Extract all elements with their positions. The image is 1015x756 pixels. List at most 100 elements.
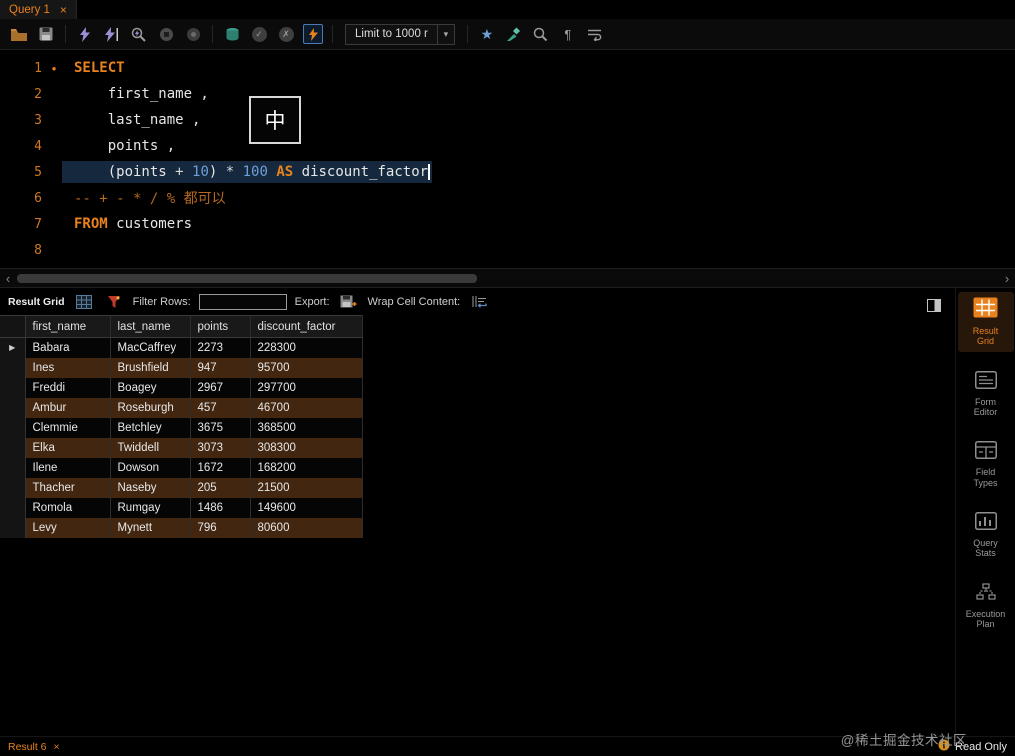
- table-cell[interactable]: Betchley: [110, 417, 191, 438]
- row-selector-cell[interactable]: [0, 417, 26, 438]
- show-invisibles-icon[interactable]: ¶: [557, 23, 579, 45]
- panel-result-grid[interactable]: Result Grid: [957, 292, 1014, 352]
- table-cell[interactable]: 796: [190, 517, 251, 538]
- editor-line[interactable]: 7 FROM customers: [0, 211, 1015, 237]
- code-text[interactable]: (points + 10) * 100 AS discount_factor: [62, 161, 432, 183]
- table-cell[interactable]: Ambur: [25, 397, 111, 418]
- limit-rows-dropdown[interactable]: Limit to 1000 r ▾: [345, 23, 455, 45]
- side-panel-toggle-icon[interactable]: [923, 294, 945, 316]
- table-cell[interactable]: 95700: [250, 357, 363, 378]
- table-cell[interactable]: 149600: [250, 497, 363, 518]
- scroll-left-icon[interactable]: ‹: [0, 269, 16, 287]
- table-row[interactable]: Levy Mynett 796 80600: [0, 517, 363, 538]
- tab-query-1[interactable]: Query 1 ×: [0, 0, 77, 19]
- row-selector-cell[interactable]: [0, 437, 26, 458]
- table-cell[interactable]: 2967: [190, 377, 251, 398]
- row-selector-cell[interactable]: [0, 457, 26, 478]
- editor-line[interactable]: 6 -- + - * / % 都可以: [0, 185, 1015, 211]
- wrap-text-icon[interactable]: [584, 23, 606, 45]
- table-cell[interactable]: 168200: [250, 457, 363, 478]
- scrollbar-thumb[interactable]: [17, 274, 477, 283]
- row-selector-cell[interactable]: [0, 357, 26, 378]
- open-script-icon[interactable]: [8, 23, 30, 45]
- table-cell[interactable]: 3073: [190, 437, 251, 458]
- filter-rows-input[interactable]: [198, 293, 287, 310]
- table-row[interactable]: Ilene Dowson 1672 168200: [0, 457, 363, 478]
- toggle-autocommit-icon[interactable]: [302, 23, 324, 45]
- code-text[interactable]: [62, 247, 76, 253]
- explain-statement-icon[interactable]: [128, 23, 150, 45]
- table-cell[interactable]: 1486: [190, 497, 251, 518]
- result-tab-close-icon[interactable]: ×: [54, 741, 60, 753]
- table-cell[interactable]: Brushfield: [110, 357, 191, 378]
- table-cell[interactable]: 947: [190, 357, 251, 378]
- editor-horizontal-scrollbar[interactable]: ‹ ›: [0, 268, 1015, 288]
- execute-icon[interactable]: [74, 23, 96, 45]
- editor-line[interactable]: 2 first_name ,: [0, 81, 1015, 107]
- save-script-icon[interactable]: [35, 23, 57, 45]
- save-snippet-icon[interactable]: ★: [476, 23, 498, 45]
- table-cell[interactable]: Ines: [25, 357, 111, 378]
- code-text[interactable]: first_name ,: [62, 83, 211, 105]
- result-grid[interactable]: first_name last_name points discount_factor…: [0, 315, 955, 736]
- table-row[interactable]: Romola Rumgay 1486 149600: [0, 497, 363, 518]
- row-selector-cell[interactable]: ▶: [0, 337, 26, 358]
- row-selector-cell[interactable]: [0, 397, 26, 418]
- scroll-right-icon[interactable]: ›: [999, 269, 1015, 287]
- column-header-discount_factor[interactable]: discount_factor: [250, 315, 363, 338]
- panel-query-stats[interactable]: Query Stats: [958, 507, 1014, 564]
- row-selector-cell[interactable]: [0, 497, 26, 518]
- sql-editor[interactable]: 1 ● SELECT 2 first_name ,3 last_name ,4 poi…: [0, 50, 1015, 268]
- table-cell[interactable]: Mynett: [110, 517, 191, 538]
- code-text[interactable]: points ,: [62, 135, 177, 157]
- table-cell[interactable]: Naseby: [110, 477, 191, 498]
- table-cell[interactable]: 308300: [250, 437, 363, 458]
- table-cell[interactable]: Dowson: [110, 457, 191, 478]
- table-cell[interactable]: Elka: [25, 437, 111, 458]
- table-cell[interactable]: 21500: [250, 477, 363, 498]
- table-row[interactable]: Clemmie Betchley 3675 368500: [0, 417, 363, 438]
- execute-current-statement-icon[interactable]: [101, 23, 123, 45]
- table-cell[interactable]: MacCaffrey: [110, 337, 191, 358]
- toggle-stop-on-error-icon[interactable]: [182, 23, 204, 45]
- panel-form-editor[interactable]: Form Editor: [958, 366, 1014, 423]
- table-row[interactable]: Elka Twiddell 3073 308300: [0, 437, 363, 458]
- table-cell[interactable]: Freddi: [25, 377, 111, 398]
- table-row[interactable]: Ines Brushfield 947 95700: [0, 357, 363, 378]
- table-cell[interactable]: 46700: [250, 397, 363, 418]
- beautify-query-icon[interactable]: [503, 23, 525, 45]
- table-cell[interactable]: 297700: [250, 377, 363, 398]
- result-tab[interactable]: Result 6 ×: [8, 741, 60, 753]
- table-cell[interactable]: Ilene: [25, 457, 111, 478]
- table-cell[interactable]: Romola: [25, 497, 111, 518]
- table-cell[interactable]: Babara: [25, 337, 111, 358]
- table-row[interactable]: Ambur Roseburgh 457 46700: [0, 397, 363, 418]
- table-row[interactable]: Freddi Boagey 2967 297700: [0, 377, 363, 398]
- row-selector-cell[interactable]: [0, 377, 26, 398]
- table-cell[interactable]: 228300: [250, 337, 363, 358]
- table-row[interactable]: Thacher Naseby 205 21500: [0, 477, 363, 498]
- table-cell[interactable]: Clemmie: [25, 417, 111, 438]
- editor-line[interactable]: 1 ● SELECT: [0, 55, 1015, 81]
- table-cell[interactable]: Levy: [25, 517, 111, 538]
- table-cell[interactable]: 205: [190, 477, 251, 498]
- table-cell[interactable]: Rumgay: [110, 497, 191, 518]
- stop-query-icon[interactable]: [155, 23, 177, 45]
- table-cell[interactable]: Thacher: [25, 477, 111, 498]
- tab-close-icon[interactable]: ×: [60, 4, 67, 16]
- column-header-first_name[interactable]: first_name: [25, 315, 111, 338]
- table-cell[interactable]: 368500: [250, 417, 363, 438]
- table-cell[interactable]: 80600: [250, 517, 363, 538]
- code-text[interactable]: -- + - * / % 都可以: [62, 185, 228, 211]
- rollback-icon[interactable]: ✗: [275, 23, 297, 45]
- grid-view-icon[interactable]: [73, 291, 95, 313]
- column-header-last_name[interactable]: last_name: [110, 315, 191, 338]
- table-cell[interactable]: 2273: [190, 337, 251, 358]
- panel-field-types[interactable]: Field Types: [958, 436, 1014, 493]
- schema-icon[interactable]: [221, 23, 243, 45]
- code-text[interactable]: last_name ,: [62, 109, 202, 131]
- editor-line[interactable]: 3 last_name ,: [0, 107, 1015, 133]
- table-cell[interactable]: 457: [190, 397, 251, 418]
- table-cell[interactable]: Roseburgh: [110, 397, 191, 418]
- find-icon[interactable]: [530, 23, 552, 45]
